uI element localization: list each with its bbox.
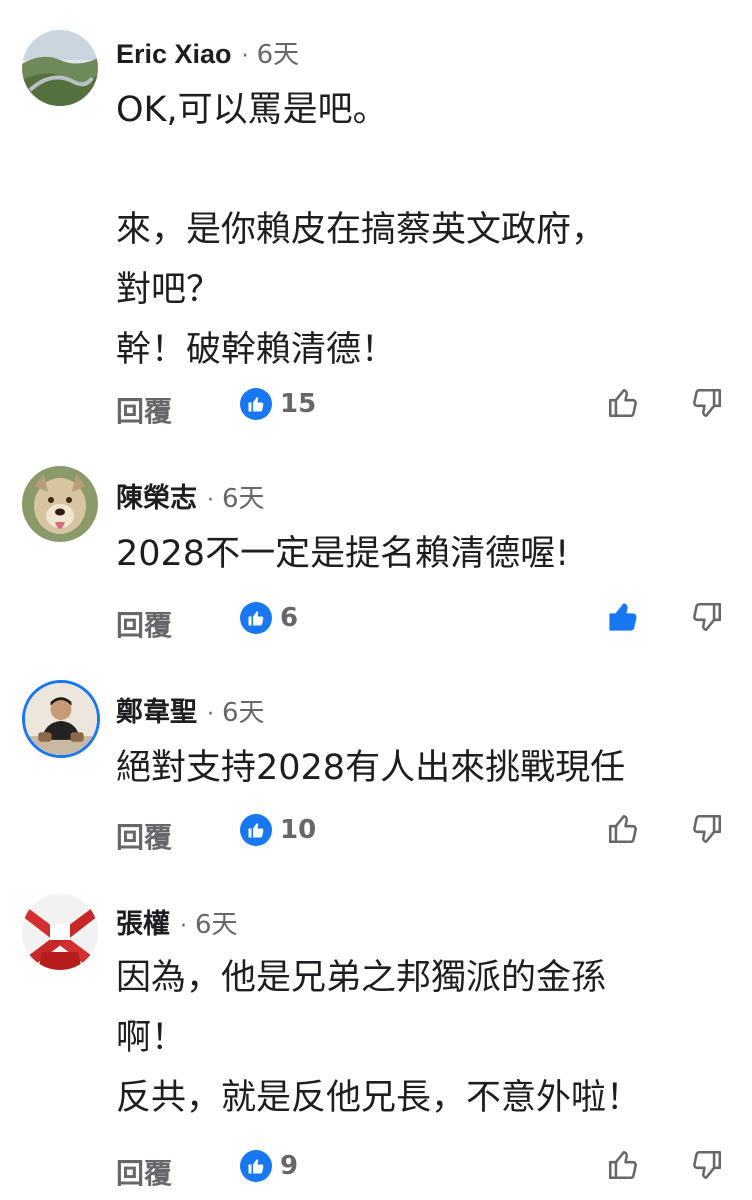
comment-actions: 回覆 9	[0, 1144, 752, 1194]
timestamp[interactable]: 6天	[222, 478, 265, 515]
comment-line: 幹！破幹賴清德！	[116, 330, 397, 370]
comment-header: 鄭韋聖 · 6天	[116, 690, 265, 729]
like-badge-icon	[240, 814, 272, 846]
like-badge-icon	[240, 1150, 272, 1182]
comment-line: 2028不一定是提名賴清德喔!	[116, 534, 570, 574]
like-badge-icon	[240, 388, 272, 420]
comment-actions: 回覆 15	[0, 382, 752, 432]
time-separator: ·	[207, 702, 214, 727]
time-separator: ·	[207, 488, 214, 513]
like-count: 9	[280, 1151, 299, 1181]
reply-button[interactable]: 回覆	[116, 1152, 172, 1192]
author-name[interactable]: Eric Xiao	[116, 39, 232, 70]
comment-text: 2028不一定是提名賴清德喔!	[116, 524, 569, 584]
author-name[interactable]: 鄭韋聖	[116, 690, 197, 729]
comment-line: 反共，就是反他兄長，不意外啦！	[116, 1078, 642, 1118]
like-summary[interactable]: 9	[240, 1150, 298, 1182]
comment-header: 陳榮志 · 6天	[116, 476, 265, 515]
reply-button[interactable]: 回覆	[116, 816, 172, 856]
timestamp[interactable]: 6天	[222, 692, 265, 729]
avatar[interactable]	[22, 30, 98, 106]
comment-line: OK,可以罵是吧。	[116, 90, 388, 130]
like-count: 15	[280, 389, 317, 419]
upvote-icon[interactable]	[606, 812, 640, 846]
upvote-icon[interactable]	[606, 1148, 640, 1182]
comment-text: 絕對支持2028有人出來挑戰現任	[116, 738, 625, 798]
comment-line: 因為，他是兄弟之邦獨派的金孫	[116, 958, 607, 998]
like-summary[interactable]: 15	[240, 388, 316, 420]
like-count: 6	[280, 603, 299, 633]
time-separator: ·	[180, 914, 187, 939]
reply-button[interactable]: 回覆	[116, 390, 172, 430]
avatar[interactable]	[22, 466, 98, 542]
timestamp[interactable]: 6天	[195, 904, 238, 941]
comment-header: 張權 · 6天	[116, 902, 238, 941]
downvote-icon[interactable]	[690, 386, 724, 420]
comment-text: OK,可以罵是吧。 來，是你賴皮在搞蔡英文政府， 對吧？ 幹！破幹賴清德！	[116, 80, 606, 380]
author-name[interactable]: 張權	[116, 902, 170, 941]
like-badge-icon	[240, 602, 272, 634]
avatar[interactable]	[22, 894, 98, 970]
comment-line: 啊！	[116, 1018, 187, 1058]
comment-line: 絕對支持2028有人出來挑戰現任	[116, 748, 626, 788]
timestamp[interactable]: 6天	[257, 34, 300, 71]
comment-line	[116, 140, 606, 200]
comment-actions: 回覆 10	[0, 808, 752, 858]
comment-line: 對吧？	[116, 270, 222, 310]
comment-header: Eric Xiao · 6天	[116, 34, 299, 71]
avatar[interactable]	[22, 680, 100, 758]
downvote-icon[interactable]	[690, 812, 724, 846]
time-separator: ·	[241, 44, 249, 69]
downvote-icon[interactable]	[690, 600, 724, 634]
upvote-icon[interactable]	[606, 386, 640, 420]
reply-button[interactable]: 回覆	[116, 604, 172, 644]
downvote-icon[interactable]	[690, 1148, 724, 1182]
like-count: 10	[280, 815, 317, 845]
comment-text: 因為，他是兄弟之邦獨派的金孫 啊！ 反共，就是反他兄長，不意外啦！	[116, 948, 641, 1128]
like-summary[interactable]: 6	[240, 602, 298, 634]
upvote-icon-active[interactable]	[606, 600, 640, 634]
author-name[interactable]: 陳榮志	[116, 476, 197, 515]
comment-actions: 回覆 6	[0, 596, 752, 646]
comment-line: 來，是你賴皮在搞蔡英文政府，	[116, 210, 607, 250]
like-summary[interactable]: 10	[240, 814, 316, 846]
